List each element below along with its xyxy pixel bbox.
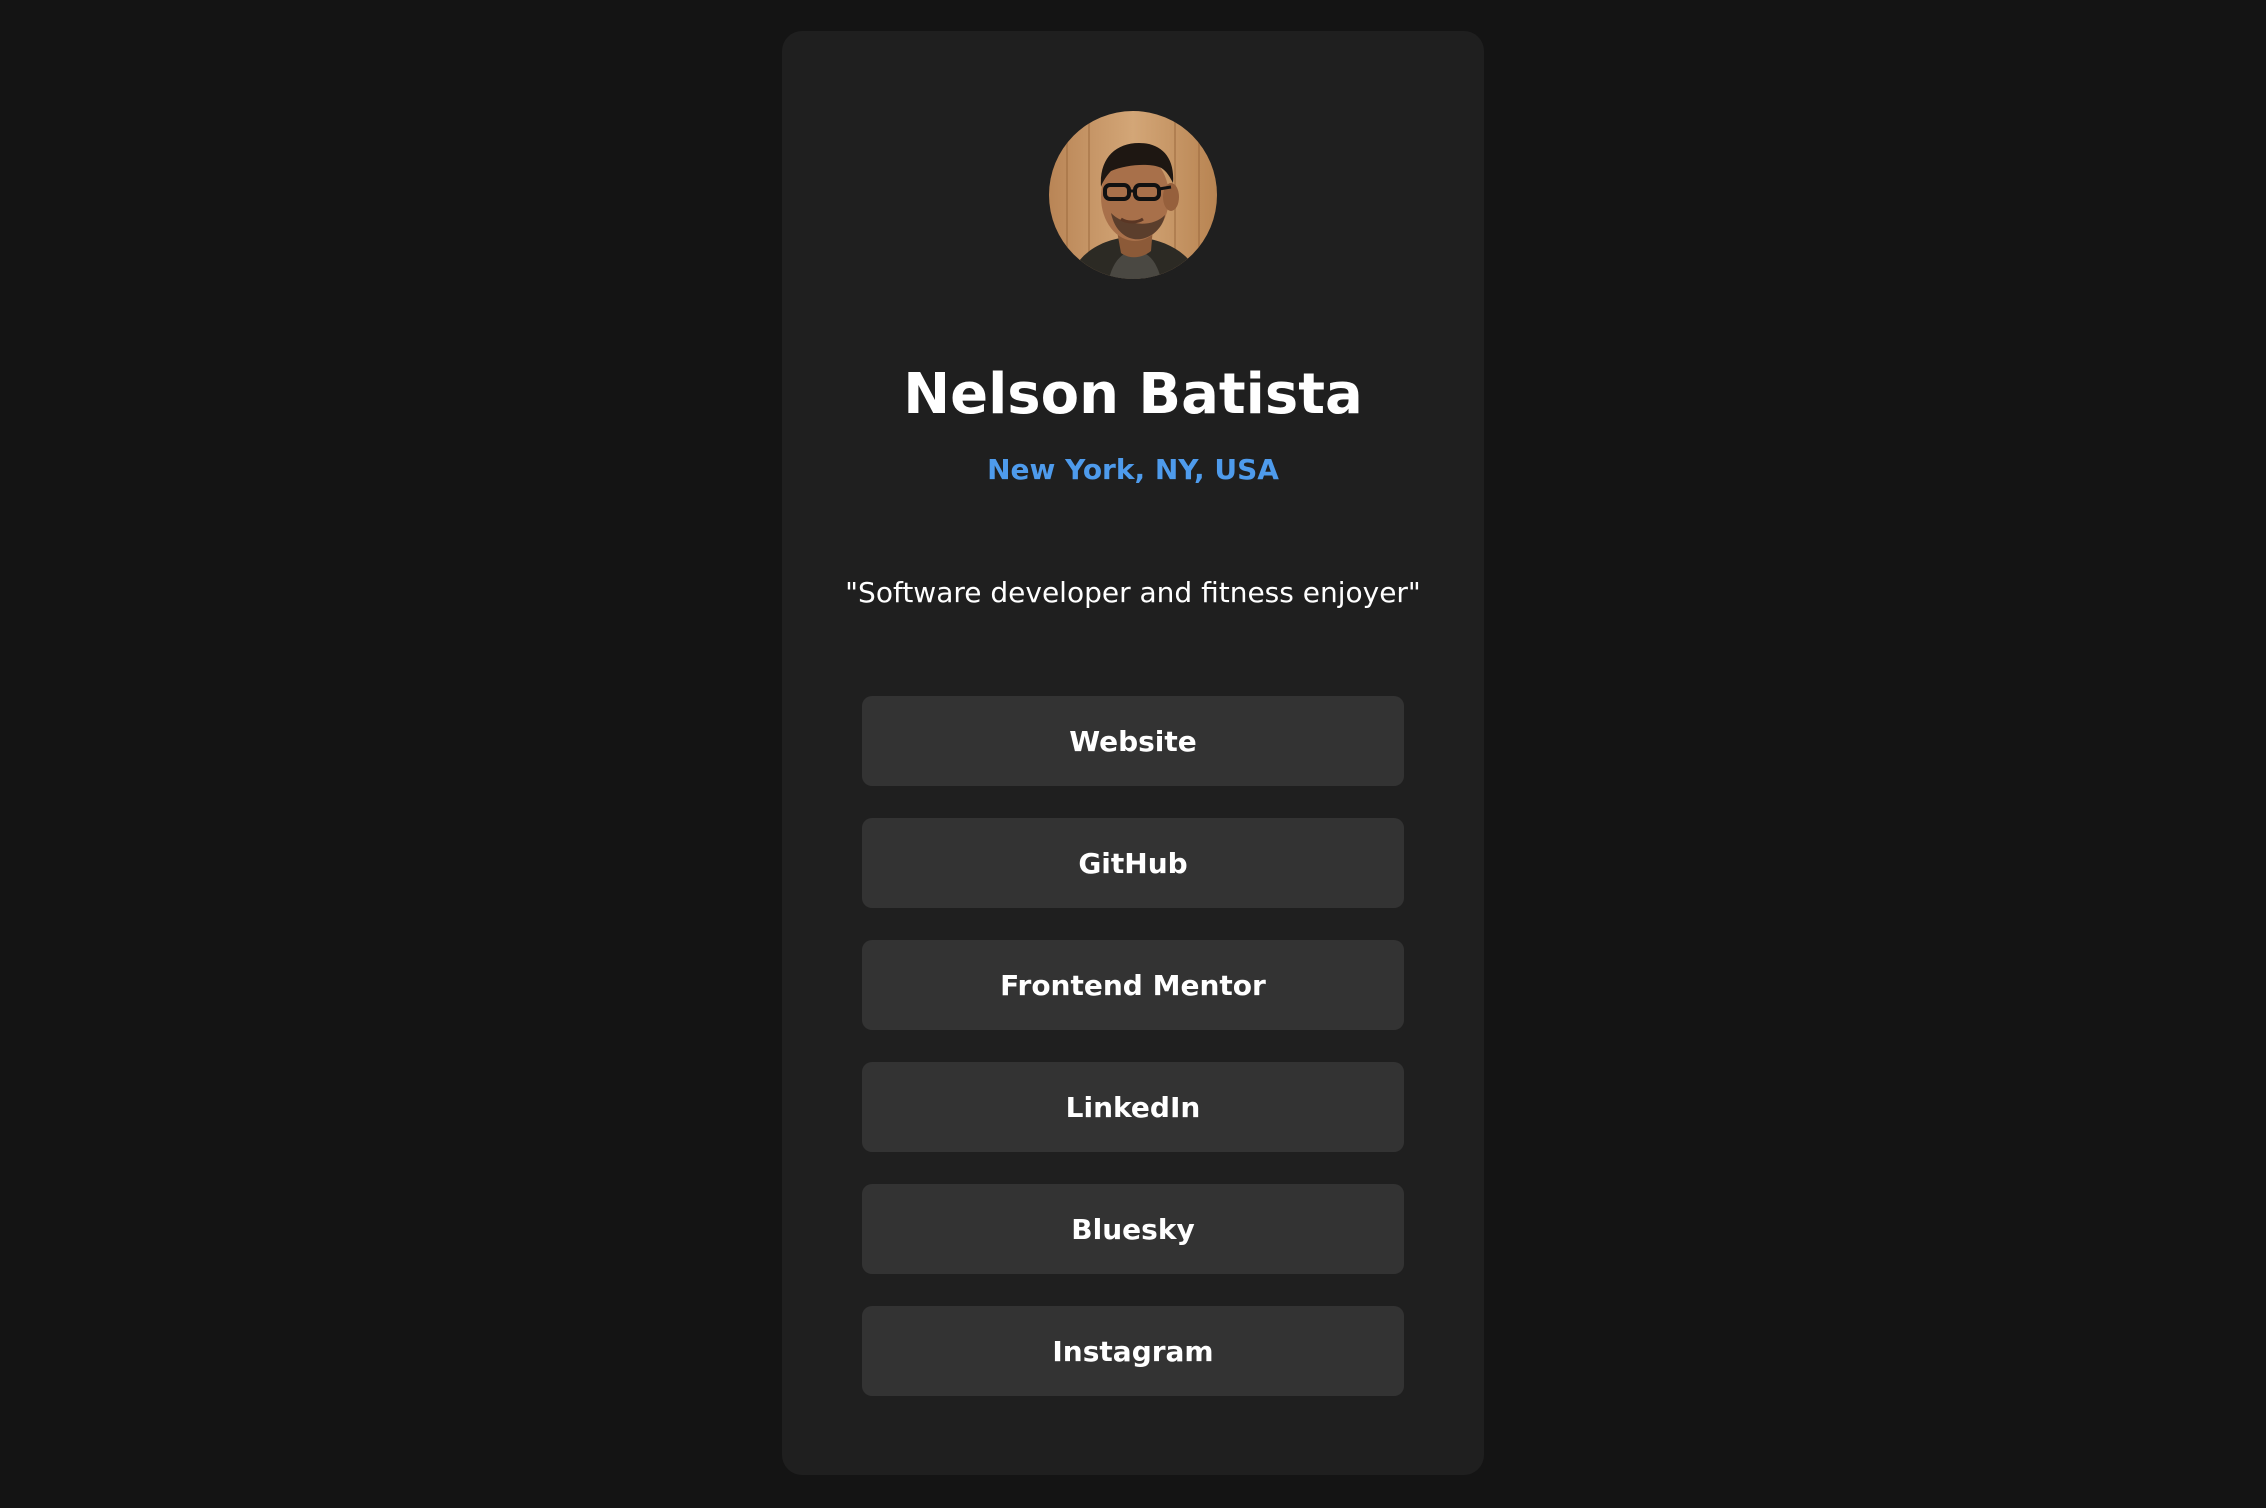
link-linkedin-button[interactable]: LinkedIn [862, 1062, 1404, 1152]
link-github-button[interactable]: GitHub [862, 818, 1404, 908]
avatar [1049, 111, 1217, 279]
link-bluesky-button[interactable]: Bluesky [862, 1184, 1404, 1274]
profile-card: Nelson Batista New York, NY, USA "Softwa… [782, 31, 1484, 1475]
link-instagram-button[interactable]: Instagram [862, 1306, 1404, 1396]
social-links-list: Website GitHub Frontend Mentor LinkedIn … [862, 696, 1404, 1428]
profile-name: Nelson Batista [903, 362, 1363, 427]
profile-location: New York, NY, USA [987, 453, 1279, 486]
profile-bio: "Software developer and fitness enjoyer" [845, 576, 1421, 609]
page: Nelson Batista New York, NY, USA "Softwa… [0, 0, 2266, 1508]
link-frontend-mentor-button[interactable]: Frontend Mentor [862, 940, 1404, 1030]
link-website-button[interactable]: Website [862, 696, 1404, 786]
